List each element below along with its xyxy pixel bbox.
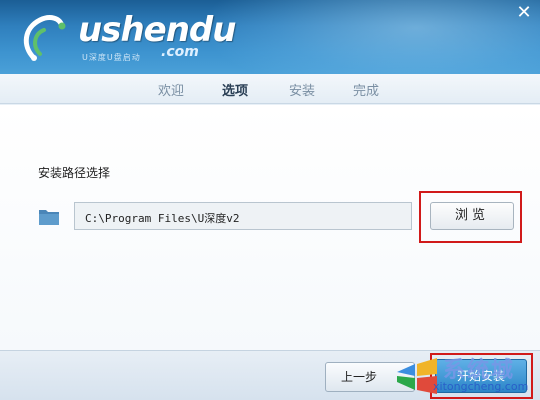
browse-button[interactable]: 浏览 xyxy=(430,202,514,230)
close-button[interactable]: ✕ xyxy=(512,2,536,24)
tab-install[interactable]: 安装 xyxy=(289,80,315,99)
install-path-label: 安装路径选择 xyxy=(38,166,111,180)
close-icon: ✕ xyxy=(516,2,532,23)
ushendu-logo: ushendu .com U深度U盘启动 xyxy=(14,6,236,68)
logo-swirl-icon xyxy=(23,15,66,61)
logo-text: ushendu xyxy=(78,10,236,50)
logo-subtitle: U深度U盘启动 xyxy=(82,53,141,62)
app-header: ushendu .com U深度U盘启动 ✕ xyxy=(0,0,540,74)
install-path-input[interactable]: C:\Program Files\U深度v2 xyxy=(74,202,412,230)
options-panel: 安装路径选择 C:\Program Files\U深度v2 浏览 xyxy=(0,105,540,350)
footer-bar: 上一步 开始安装 xyxy=(0,350,540,400)
step-tabs: 欢迎 选项 安装 完成 xyxy=(0,74,540,104)
highlight-box-start xyxy=(430,353,533,399)
tab-welcome[interactable]: 欢迎 xyxy=(158,80,184,99)
previous-button[interactable]: 上一步 xyxy=(325,362,415,392)
logo-dotcom: .com xyxy=(161,44,199,60)
folder-icon xyxy=(39,210,59,225)
header-glow xyxy=(200,0,540,74)
tab-options[interactable]: 选项 xyxy=(222,80,248,99)
tab-finish[interactable]: 完成 xyxy=(353,80,379,99)
